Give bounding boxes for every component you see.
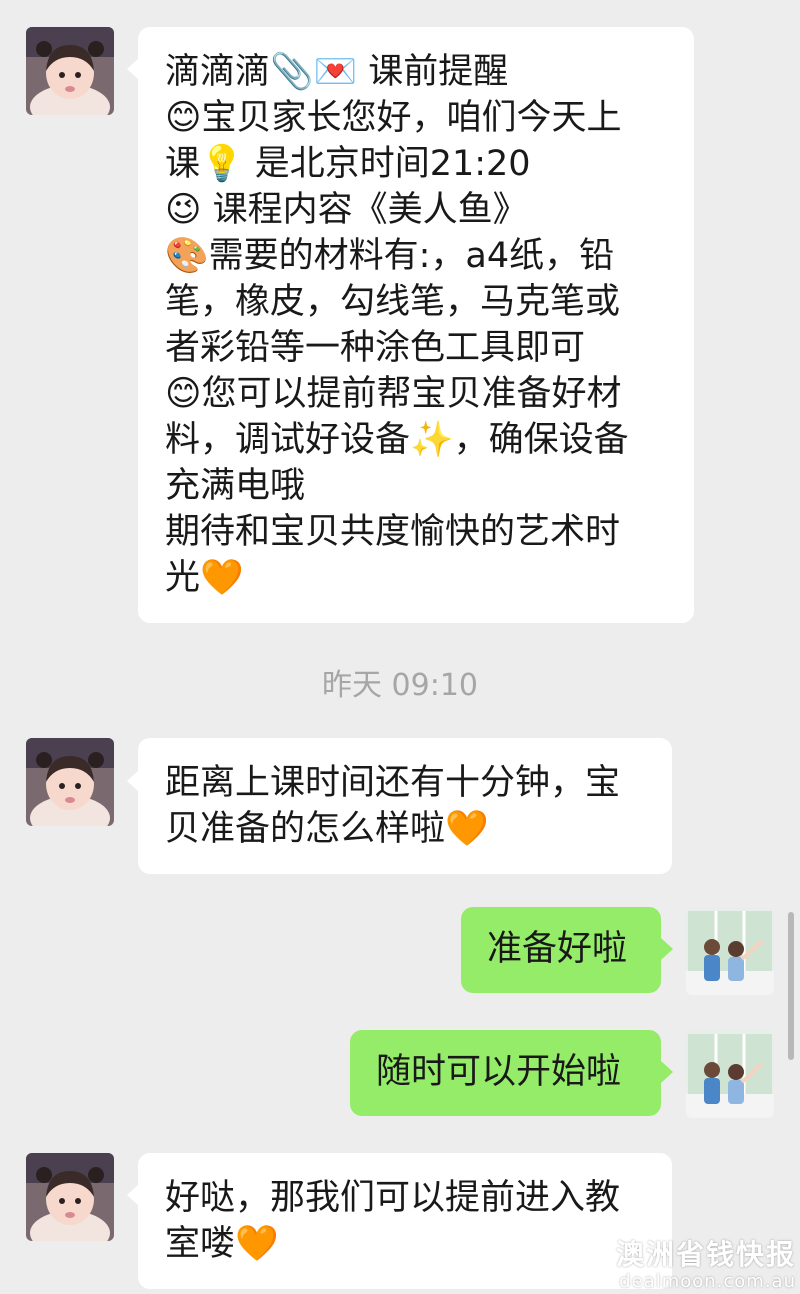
message-line: 光🧡 — [165, 558, 244, 598]
contact-avatar[interactable] — [26, 27, 114, 115]
contact-avatar[interactable] — [26, 738, 114, 826]
message-line: 😉 课程内容《美人鱼》 — [165, 190, 528, 230]
message-line: 贝准备的怎么样啦🧡 — [165, 809, 489, 849]
watermark-sub: dealmoon.com.au — [619, 1271, 796, 1292]
contact-avatar[interactable] — [26, 1153, 114, 1241]
chat-timestamp: 昨天 09:10 — [322, 668, 478, 703]
message-bubble-start-anytime[interactable]: 随时可以开始啦 — [350, 1030, 661, 1116]
message-line: 😊宝贝家长您好，咱们今天上 — [165, 98, 622, 138]
kids-window-avatar-icon — [686, 907, 774, 995]
user-avatar[interactable] — [686, 907, 774, 995]
message-bubble-countdown[interactable]: 距离上课时间还有十分钟，宝 贝准备的怎么样啦🧡 — [138, 738, 672, 874]
message-line: 笔，橡皮，勾线笔，马克笔或 — [165, 282, 621, 322]
message-line: 课💡 是北京时间21:20 — [165, 144, 531, 184]
watermark-main: 澳洲省钱快报 — [615, 1238, 796, 1271]
user-avatar[interactable] — [686, 1030, 774, 1118]
message-line: 🎨需要的材料有:，a4纸，铅 — [165, 236, 615, 276]
message-line: 料，调试好设备✨，确保设备 — [165, 420, 629, 460]
message-line: 距离上课时间还有十分钟，宝 — [165, 763, 621, 803]
message-line: 滴滴滴📎💌 课前提醒 — [165, 52, 509, 92]
message-line: 者彩铅等一种涂色工具即可 — [165, 328, 586, 368]
message-line: 室喽🧡 — [165, 1224, 279, 1264]
message-bubble-enter-classroom[interactable]: 好哒，那我们可以提前进入教 室喽🧡 — [138, 1153, 672, 1289]
chat-scrollbar[interactable] — [788, 912, 794, 1060]
watermark: 澳洲省钱快报 dealmoon.com.au — [616, 1238, 796, 1292]
kids-window-avatar-icon — [686, 1030, 774, 1118]
message-line: 随时可以开始啦 — [376, 1052, 622, 1092]
message-line: 😊您可以提前帮宝贝准备好材 — [165, 374, 622, 414]
girl-avatar-icon — [26, 738, 114, 826]
message-line: 期待和宝贝共度愉快的艺术时 — [165, 512, 621, 552]
girl-avatar-icon — [26, 27, 114, 115]
girl-avatar-icon — [26, 1153, 114, 1241]
message-bubble-reminder[interactable]: 滴滴滴📎💌 课前提醒 😊宝贝家长您好，咱们今天上 课💡 是北京时间21:20 😉… — [138, 27, 694, 623]
message-line: 准备好啦 — [487, 929, 628, 969]
message-line: 好哒，那我们可以提前进入教 — [165, 1178, 621, 1218]
message-bubble-ready[interactable]: 准备好啦 — [461, 907, 661, 993]
message-line: 充满电哦 — [165, 466, 306, 506]
